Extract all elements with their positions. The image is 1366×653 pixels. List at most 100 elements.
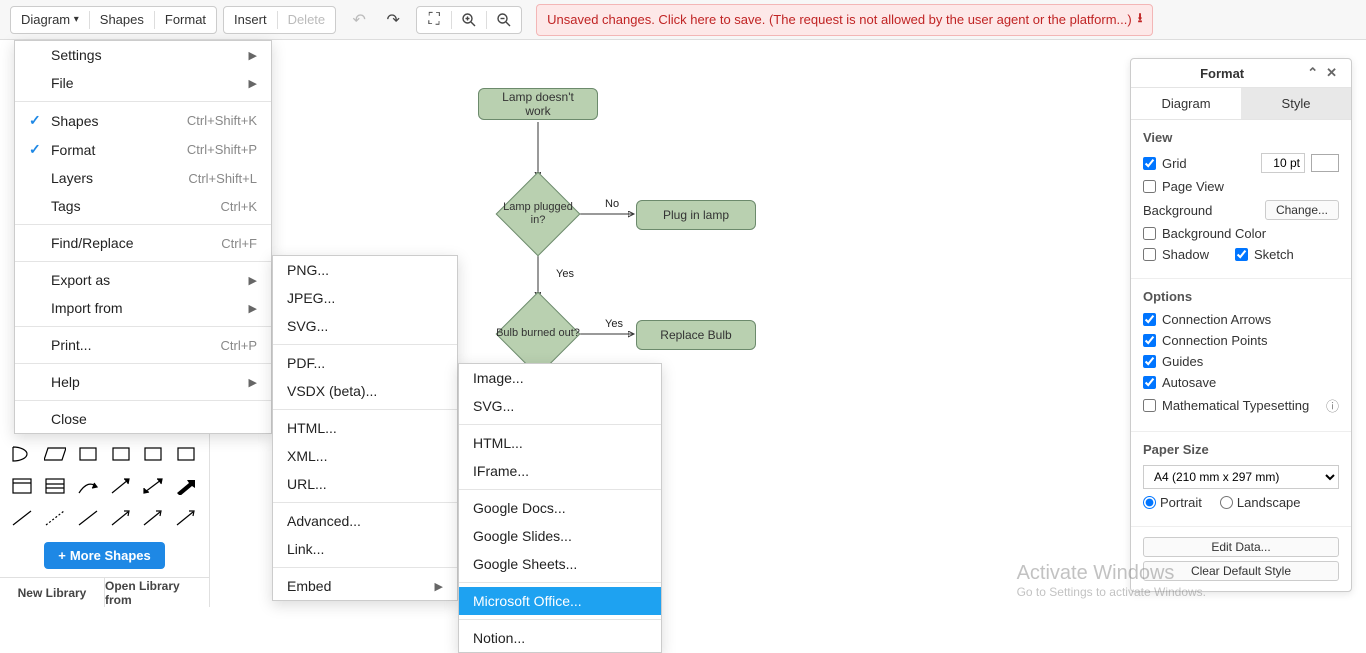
shape-dashed[interactable]	[41, 504, 69, 532]
embed-iframe[interactable]: IFrame...	[459, 457, 661, 485]
embed-msoffice[interactable]: Microsoft Office...	[459, 587, 661, 615]
export-advanced[interactable]: Advanced...	[273, 507, 457, 535]
export-jpeg[interactable]: JPEG...	[273, 284, 457, 312]
shape-rect3[interactable]	[139, 440, 167, 468]
embed-image[interactable]: Image...	[459, 364, 661, 392]
shape-arrow3[interactable]	[139, 504, 167, 532]
shapes-menu-btn[interactable]: Shapes	[90, 6, 154, 34]
shape-window[interactable]	[8, 472, 36, 500]
export-vsdx[interactable]: VSDX (beta)...	[273, 377, 457, 405]
undo-icon[interactable]: ↶	[342, 6, 376, 34]
bg-change-btn[interactable]: Change...	[1265, 200, 1339, 220]
portrait-radio[interactable]	[1143, 496, 1156, 509]
menu-file[interactable]: File▶	[15, 69, 271, 97]
embed-gsheets[interactable]: Google Sheets...	[459, 550, 661, 578]
connarrows-check[interactable]	[1143, 313, 1156, 326]
shape-line2[interactable]	[74, 504, 102, 532]
shape-list[interactable]	[41, 472, 69, 500]
connpoints-check[interactable]	[1143, 334, 1156, 347]
shape-halfcircle2[interactable]	[8, 440, 36, 468]
pageview-check[interactable]	[1143, 180, 1156, 193]
menu-format[interactable]: ✓FormatCtrl+Shift+P	[15, 135, 271, 164]
undo-group: ↶ ↷	[342, 6, 410, 34]
export-embed[interactable]: Embed▶	[273, 572, 457, 600]
view-heading: View	[1143, 130, 1339, 145]
shape-arrow4[interactable]	[172, 504, 200, 532]
bgcolor-check[interactable]	[1143, 227, 1156, 240]
menu-tags[interactable]: TagsCtrl+K	[15, 192, 271, 220]
insert-btn[interactable]: Insert	[224, 6, 277, 34]
menu-find[interactable]: Find/ReplaceCtrl+F	[15, 229, 271, 257]
diagram-menu-btn[interactable]: Diagram ▾	[11, 6, 89, 34]
embed-notion[interactable]: Notion...	[459, 624, 661, 652]
export-html[interactable]: HTML...	[273, 414, 457, 442]
export-url[interactable]: URL...	[273, 470, 457, 498]
export-link[interactable]: Link...	[273, 535, 457, 563]
close-icon[interactable]: ✕	[1322, 65, 1341, 81]
edit-group: Insert Delete	[223, 6, 336, 34]
new-library-btn[interactable]: New Library	[0, 578, 105, 607]
shape-arrow2[interactable]	[107, 504, 135, 532]
delete-btn[interactable]: Delete	[278, 6, 336, 34]
download-icon[interactable]: ⭳	[1138, 9, 1143, 31]
zoom-in-icon[interactable]	[452, 6, 486, 34]
shape-rect2[interactable]	[107, 440, 135, 468]
diagram-menu: Settings▶ File▶ ✓ShapesCtrl+Shift+K ✓For…	[14, 40, 272, 434]
node-process-2[interactable]: Replace Bulb	[636, 320, 756, 350]
zoom-out-icon[interactable]	[487, 6, 521, 34]
menu-print[interactable]: Print...Ctrl+P	[15, 331, 271, 359]
toolbar: Diagram ▾ Shapes Format Insert Delete ↶ …	[0, 0, 1366, 40]
menu-shapes[interactable]: ✓ShapesCtrl+Shift+K	[15, 106, 271, 135]
edit-data-btn[interactable]: Edit Data...	[1143, 537, 1339, 557]
shadow-check[interactable]	[1143, 248, 1156, 261]
sketch-check[interactable]	[1235, 248, 1248, 261]
export-svg[interactable]: SVG...	[273, 312, 457, 340]
fit-icon[interactable]: ⛶	[417, 6, 451, 34]
open-library-btn[interactable]: Open Library from	[105, 578, 209, 607]
clear-default-btn[interactable]: Clear Default Style	[1143, 561, 1339, 581]
node-start[interactable]: Lamp doesn't work	[478, 88, 598, 120]
paper-size-select[interactable]: A4 (210 mm x 297 mm)	[1143, 465, 1339, 489]
embed-submenu: Image... SVG... HTML... IFrame... Google…	[458, 363, 662, 653]
embed-svg[interactable]: SVG...	[459, 392, 661, 420]
menu-layers[interactable]: LayersCtrl+Shift+L	[15, 164, 271, 192]
menu-export[interactable]: Export as▶	[15, 266, 271, 294]
embed-html[interactable]: HTML...	[459, 429, 661, 457]
tab-style[interactable]: Style	[1241, 88, 1351, 119]
save-warning[interactable]: Unsaved changes. Click here to save. (Th…	[536, 4, 1153, 36]
shape-rect[interactable]	[74, 440, 102, 468]
shape-thick-arrow[interactable]	[172, 472, 200, 500]
grid-color-swatch[interactable]	[1311, 154, 1339, 172]
guides-check[interactable]	[1143, 355, 1156, 368]
more-shapes-btn[interactable]: +More Shapes	[44, 542, 165, 569]
grid-check[interactable]	[1143, 157, 1156, 170]
menu-settings[interactable]: Settings▶	[15, 41, 271, 69]
help-icon[interactable]: ⓘ	[1326, 396, 1339, 415]
embed-gdocs[interactable]: Google Docs...	[459, 494, 661, 522]
grid-size-input[interactable]	[1261, 153, 1305, 173]
shape-arrow[interactable]	[107, 472, 135, 500]
node-decision-1[interactable]: Lamp plugged in?	[496, 172, 580, 256]
math-check[interactable]	[1143, 399, 1156, 412]
menu-help[interactable]: Help▶	[15, 368, 271, 396]
export-xml[interactable]: XML...	[273, 442, 457, 470]
format-menu-btn[interactable]: Format	[155, 6, 216, 34]
menu-import[interactable]: Import from▶	[15, 294, 271, 322]
shape-rect4[interactable]	[172, 440, 200, 468]
format-panel: Format ⌃ ✕ Diagram Style View Grid Page …	[1130, 58, 1352, 592]
landscape-radio[interactable]	[1220, 496, 1233, 509]
export-png[interactable]: PNG...	[273, 256, 457, 284]
export-pdf[interactable]: PDF...	[273, 349, 457, 377]
node-process-1[interactable]: Plug in lamp	[636, 200, 756, 230]
autosave-check[interactable]	[1143, 376, 1156, 389]
menu-close[interactable]: Close	[15, 405, 271, 433]
redo-icon[interactable]: ↷	[376, 6, 410, 34]
shape-biarrow[interactable]	[139, 472, 167, 500]
shape-trap[interactable]	[41, 440, 69, 468]
tab-diagram[interactable]: Diagram	[1131, 88, 1241, 119]
embed-gslides[interactable]: Google Slides...	[459, 522, 661, 550]
edge-label-yes-1: Yes	[556, 268, 574, 280]
shape-line[interactable]	[8, 504, 36, 532]
shape-curve-arrow[interactable]	[74, 472, 102, 500]
collapse-icon[interactable]: ⌃	[1303, 65, 1322, 81]
